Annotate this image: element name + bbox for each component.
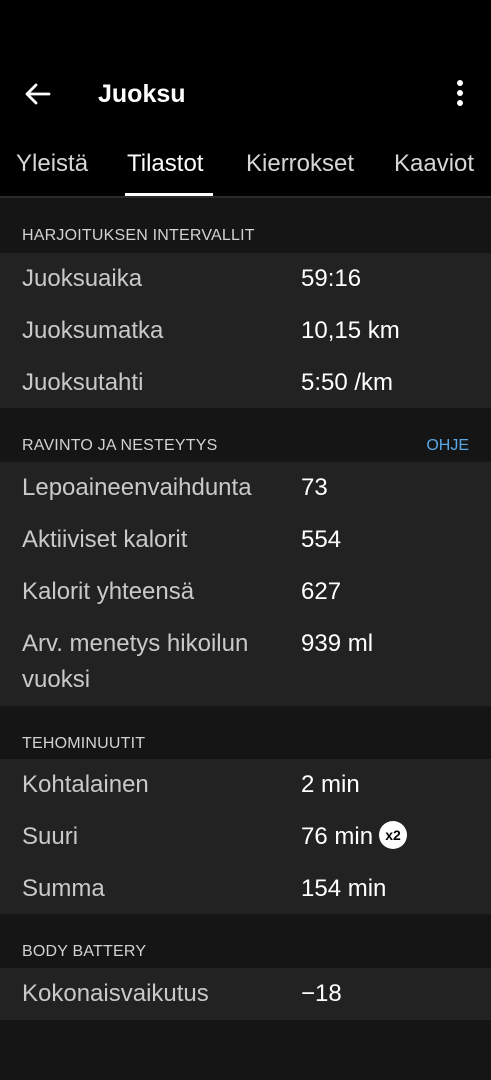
section-title: RAVINTO JA NESTEYTYS: [22, 437, 218, 454]
tab-tilastot[interactable]: Tilastot: [127, 150, 203, 178]
stat-label: Kohtalainen: [22, 771, 149, 798]
stat-value: 59:16: [301, 265, 362, 292]
stat-label: Juoksutahti: [22, 369, 144, 396]
stat-value: 554: [301, 526, 342, 553]
stat-label: Juoksumatka: [22, 317, 164, 344]
section-title: TEHOMINUUTIT: [22, 735, 146, 752]
back-arrow-icon[interactable]: [22, 78, 54, 110]
stat-value: 2 min: [301, 771, 360, 798]
intensity-card: Kohtalainen 2 min Suuri 76 min x2 Summa 1…: [0, 759, 491, 914]
nutrition-card: Lepoaineenvaihdunta 73 Aktiiviset kalori…: [0, 462, 491, 706]
stat-label: Kokonaisvaikutus: [22, 980, 209, 1007]
section-header-intensity: TEHOMINUUTIT: [0, 706, 491, 759]
section-title: HARJOITUKSEN INTERVALLIT: [22, 227, 255, 244]
bottom-spacer: [0, 1020, 491, 1080]
tab-kaaviot[interactable]: Kaaviot: [394, 150, 474, 178]
tab-bar: Yleistä Tilastot Kierrokset Kaaviot: [0, 136, 491, 198]
section-title: BODY BATTERY: [22, 943, 147, 960]
stat-value: 627: [301, 578, 342, 605]
stat-label: Kalorit yhteensä: [22, 578, 195, 605]
intervals-card: Juoksuaika 59:16 Juoksumatka 10,15 km Ju…: [0, 253, 491, 408]
section-header-body-battery: BODY BATTERY: [0, 914, 491, 968]
stat-label: Arv. menetys hikoilun vuoksi: [22, 630, 249, 693]
stat-label: Aktiiviset kalorit: [22, 526, 188, 553]
stat-label: Summa: [22, 875, 105, 902]
help-link[interactable]: OHJE: [426, 437, 469, 455]
app-bar: Juoksu: [0, 0, 491, 136]
tab-yleista[interactable]: Yleistä: [16, 150, 88, 178]
stat-value: 76 min: [301, 823, 374, 850]
multiplier-badge: x2: [379, 820, 408, 849]
stat-label: Lepoaineenvaihdunta: [22, 474, 252, 501]
section-header-nutrition: RAVINTO JA NESTEYTYS OHJE: [0, 408, 491, 462]
stat-value-with-badge: 76 min x2: [301, 819, 408, 855]
stat-label: Juoksuaika: [22, 265, 143, 292]
stat-value: 73: [301, 474, 328, 501]
stat-value: 939 ml: [301, 630, 374, 657]
page-title: Juoksu: [98, 80, 186, 108]
more-vertical-icon[interactable]: [448, 78, 472, 110]
tab-kierrokset[interactable]: Kierrokset: [246, 150, 354, 178]
section-header-intervals: HARJOITUKSEN INTERVALLIT: [0, 198, 491, 253]
stat-label: Suuri: [22, 823, 79, 850]
stat-value: 5:50 /km: [301, 369, 394, 396]
stat-value: −18: [301, 980, 342, 1007]
stat-value: 154 min: [301, 875, 387, 902]
body-battery-card: Kokonaisvaikutus −18: [0, 968, 491, 1020]
stat-value: 10,15 km: [301, 317, 400, 344]
